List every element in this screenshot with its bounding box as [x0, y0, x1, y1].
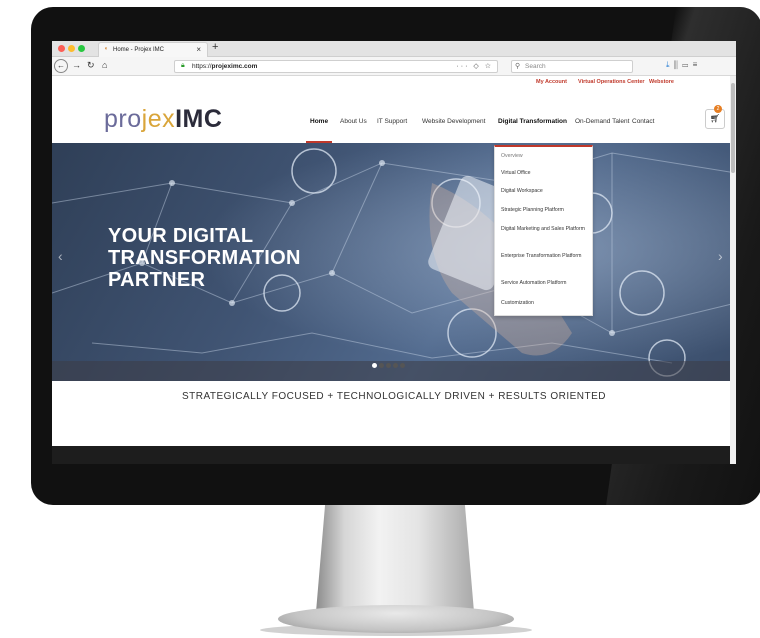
secure-lock-icon: 🔒︎: [181, 62, 185, 69]
page-actions-icon[interactable]: ··· ◇ ☆: [456, 62, 493, 70]
nav-on-demand-talent[interactable]: On-Demand Talent: [575, 118, 629, 125]
tagline: STRATEGICALLY FOCUSED + TECHNOLOGICALLY …: [181, 391, 607, 402]
tab-title: Home - Projex IMC: [113, 47, 165, 53]
site-top-bar: My Account Virtual Operations Center Web…: [52, 76, 736, 91]
tab-bar: ◖ Home - Projex IMC × +: [52, 41, 736, 57]
hero-heading-line-3: PARTNER: [108, 269, 206, 291]
download-icon[interactable]: ⤓: [666, 60, 670, 69]
slider-dot[interactable]: [379, 363, 384, 368]
hero-heading-line-1: YOUR DIGITAL: [108, 225, 254, 247]
dropdown-item-enterprise-transformation[interactable]: Enterprise Transformation Platform: [501, 253, 589, 260]
dropdown-item-virtual-office[interactable]: Virtual Office: [501, 170, 589, 177]
dropdown-item-digital-workspace[interactable]: Digital Workspace: [501, 188, 589, 195]
site-header: projexIMC Home About Us IT Support Websi…: [52, 91, 736, 144]
nav-contact[interactable]: Contact: [632, 118, 654, 125]
browser-tab[interactable]: ◖ Home - Projex IMC ×: [98, 42, 208, 57]
slider-dot[interactable]: [386, 363, 391, 368]
search-icon: ⚲: [515, 63, 521, 70]
new-tab-button[interactable]: +: [212, 41, 218, 53]
cart-icon: 🛒︎: [709, 114, 721, 123]
browser-toolbar: ← → ↻ ⌂ 🔒︎ https://projeximc.com ··· ◇ ☆…: [52, 57, 736, 76]
nav-digital-transformation[interactable]: Digital Transformation: [498, 118, 567, 125]
reload-button[interactable]: ↻: [87, 60, 95, 71]
slider-dot[interactable]: [393, 363, 398, 368]
nav-about-us[interactable]: About Us: [340, 118, 367, 125]
monitor-stand-base: [278, 605, 514, 633]
menu-icon[interactable]: ≡: [693, 60, 698, 69]
browser-window: ◖ Home - Projex IMC × + ← → ↻ ⌂ 🔒︎ https…: [52, 41, 736, 464]
search-input[interactable]: ⚲ Search: [511, 60, 633, 73]
cart-count-badge: 2: [714, 105, 722, 113]
dropdown-item-customization[interactable]: Customization: [501, 300, 589, 307]
my-account-link[interactable]: My Account: [536, 79, 567, 85]
forward-button[interactable]: →: [72, 60, 81, 70]
sidebar-icon[interactable]: ▭: [682, 60, 688, 69]
maximize-window-button[interactable]: [78, 45, 85, 52]
url-text: https://projeximc.com: [192, 63, 258, 70]
home-icon[interactable]: ⌂: [102, 60, 107, 70]
nav-website-development[interactable]: Website Development: [422, 118, 485, 125]
search-placeholder: Search: [525, 63, 546, 70]
minimize-window-button[interactable]: [68, 45, 75, 52]
nav-it-support[interactable]: IT Support: [377, 118, 407, 125]
dropdown-item-service-automation[interactable]: Service Automation Platform: [501, 280, 589, 287]
address-bar[interactable]: 🔒︎ https://projeximc.com ··· ◇ ☆: [174, 60, 498, 73]
close-tab-icon[interactable]: ×: [196, 45, 201, 54]
nav-home[interactable]: Home: [310, 118, 328, 125]
scrollbar-thumb[interactable]: [731, 83, 735, 173]
close-window-button[interactable]: [58, 45, 65, 52]
digital-transformation-dropdown: Overview Virtual Office Digital Workspac…: [494, 145, 593, 316]
dark-section-band: [52, 446, 736, 464]
hero-heading-line-2: TRANSFORMATION: [108, 247, 301, 269]
slider-dot[interactable]: [372, 363, 377, 368]
monitor-stand-neck: [316, 500, 474, 612]
webstore-link[interactable]: Webstore: [649, 79, 674, 85]
library-icon[interactable]: ⫼: [674, 60, 678, 69]
slider-next-arrow-icon[interactable]: ›: [718, 248, 723, 264]
dropdown-item-digital-marketing[interactable]: Digital Marketing and Sales Platform: [501, 226, 589, 233]
hero-slider: YOUR DIGITAL TRANSFORMATION PARTNER ‹ ›: [52, 143, 736, 381]
site-favicon-icon: ◖: [104, 46, 108, 52]
toolbar-icons[interactable]: ⤓ ⫼ ▭ ≡: [666, 60, 697, 70]
virtual-operations-link[interactable]: Virtual Operations Center: [578, 79, 645, 85]
dropdown-item-strategic-planning[interactable]: Strategic Planning Platform: [501, 207, 589, 214]
back-button[interactable]: ←: [54, 59, 68, 73]
projex-logo[interactable]: projexIMC: [104, 105, 222, 134]
slider-dot[interactable]: [400, 363, 405, 368]
slider-prev-arrow-icon[interactable]: ‹: [58, 248, 63, 264]
dropdown-item-overview[interactable]: Overview: [501, 153, 589, 160]
hero-heading: YOUR DIGITAL TRANSFORMATION PARTNER: [108, 225, 301, 291]
